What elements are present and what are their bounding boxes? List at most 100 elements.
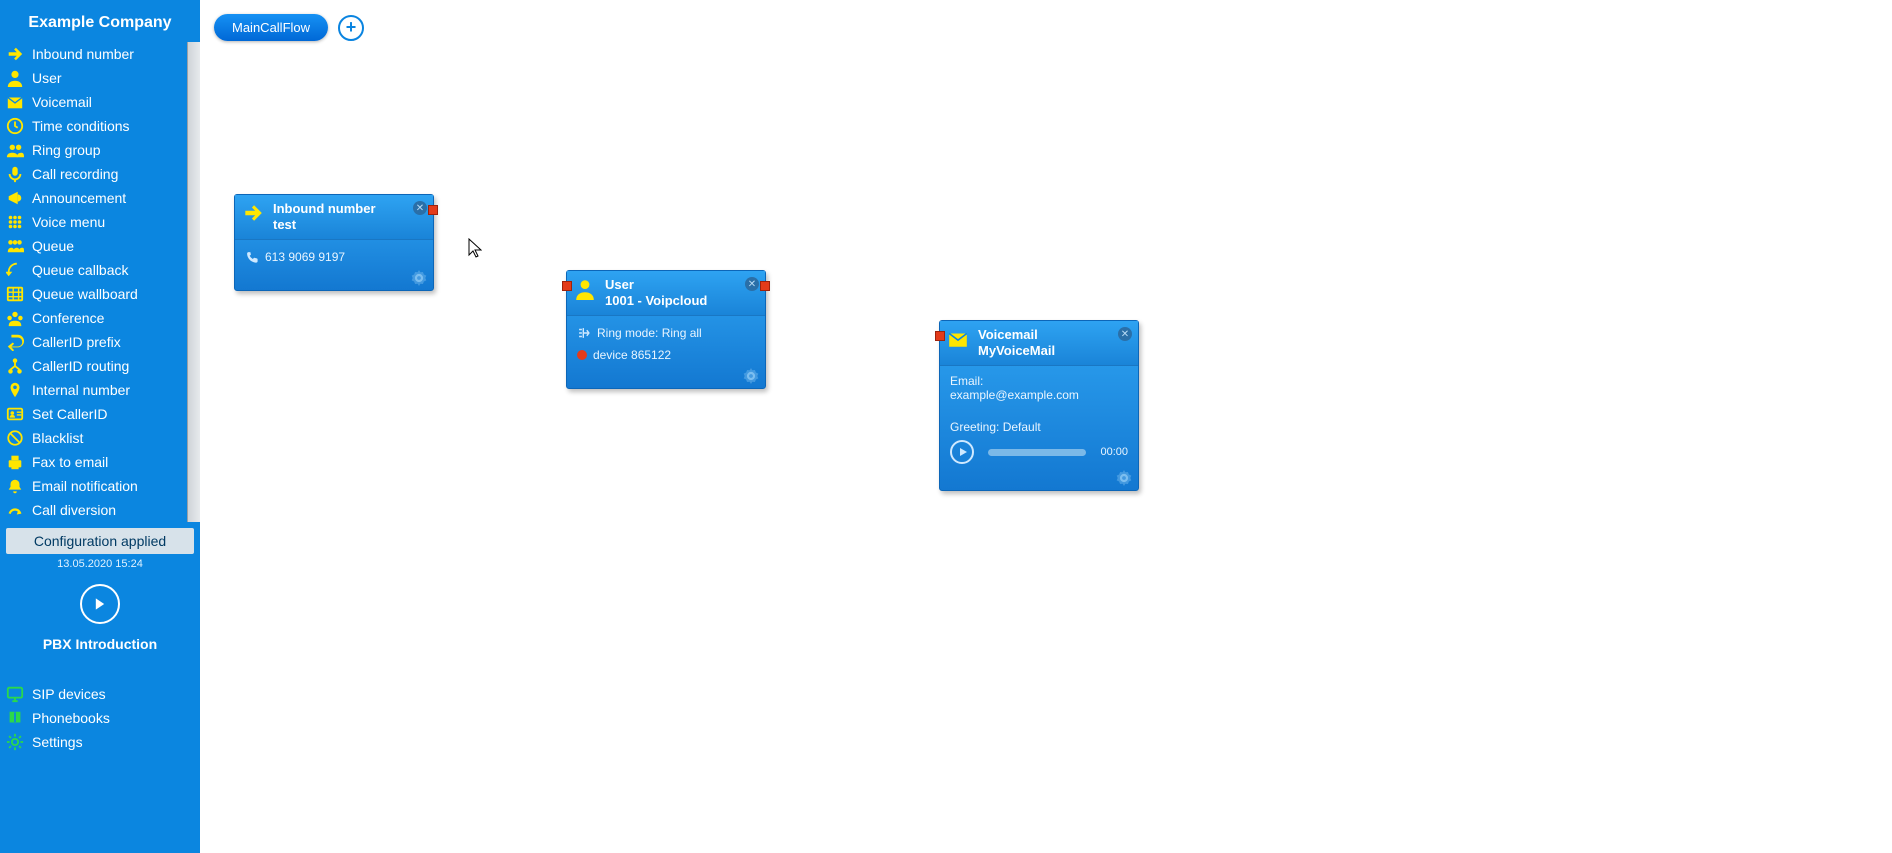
device-status-dot [577, 350, 587, 360]
sidebar-item-label: Email notification [32, 476, 138, 496]
mic-icon [6, 165, 24, 183]
pin-icon [6, 381, 24, 399]
sidebar-item-call-recording[interactable]: Call recording [0, 162, 200, 186]
person-icon [6, 69, 24, 87]
callback-icon [6, 261, 24, 279]
sidebar-item-announcement[interactable]: Announcement [0, 186, 200, 210]
sidebar-item-label: CallerID routing [32, 356, 129, 376]
pbx-intro-link[interactable]: PBX Introduction [0, 636, 200, 652]
sidebar-item-label: Call diversion [32, 500, 116, 520]
outgoing-icon [6, 333, 24, 351]
node-user[interactable]: User 1001 - Voipcloud ✕ Ring mode: Ring … [566, 270, 766, 389]
node-header[interactable]: Inbound number test ✕ [235, 195, 433, 240]
voicemail-email: example@example.com [950, 388, 1128, 402]
config-applied-banner: Configuration applied [6, 528, 194, 554]
apply-config-button[interactable] [80, 584, 120, 624]
arrow-right-icon [6, 45, 24, 63]
ban-icon [6, 429, 24, 447]
config-timestamp: 13.05.2020 15:24 [0, 558, 200, 570]
sidebar-nav: Inbound number User VoicemailTime conditio… [0, 42, 200, 522]
node-subtitle: 1001 - Voipcloud [605, 293, 707, 309]
node-close-button[interactable]: ✕ [413, 201, 427, 215]
sidebar-item-label: Inbound number [32, 44, 134, 64]
sidebar-item-label: Call recording [32, 164, 118, 184]
node-port-in[interactable] [562, 281, 572, 291]
flow-canvas[interactable]: Inbound number test ✕ 613 9069 9197 [200, 0, 1892, 853]
sidebar-item-label: User [32, 68, 62, 88]
user-ring-mode: Ring mode: Ring all [597, 326, 702, 340]
voicemail-greeting: Greeting: Default [950, 420, 1128, 434]
fax-icon [6, 453, 24, 471]
sidebar-scrollbar-thumb[interactable] [188, 42, 200, 392]
sidebar-item-settings[interactable]: Settings [0, 730, 200, 754]
sidebar-item-label: Announcement [32, 188, 126, 208]
node-subtitle: MyVoiceMail [978, 343, 1055, 359]
node-port-out[interactable] [760, 281, 770, 291]
sidebar-item-phonebooks[interactable]: Phonebooks [0, 706, 200, 730]
bell-icon [6, 477, 24, 495]
voicemail-play-button[interactable] [950, 440, 974, 464]
sidebar-item-label: Queue wallboard [32, 284, 138, 304]
node-port-out[interactable] [428, 205, 438, 215]
sidebar: Example Company Inbound number User Voicem… [0, 0, 200, 853]
sidebar-item-queue-callback[interactable]: Queue callback [0, 258, 200, 282]
clock-icon [6, 117, 24, 135]
voicemail-email-label: Email: [950, 374, 1128, 388]
sidebar-item-email-notification[interactable]: Email notification [0, 474, 200, 498]
sidebar-item-queue-wallboard[interactable]: Queue wallboard [0, 282, 200, 306]
person-icon [573, 277, 597, 301]
node-settings-button[interactable] [741, 366, 761, 386]
book-icon [6, 709, 24, 727]
sidebar-item-callerid-routing[interactable]: CallerID routing [0, 354, 200, 378]
sidebar-item-blacklist[interactable]: Blacklist [0, 426, 200, 450]
sidebar-item-inbound-number[interactable]: Inbound number [0, 42, 200, 66]
inbound-phone-number: 613 9069 9197 [265, 250, 345, 264]
mouse-cursor-icon [468, 238, 482, 258]
sidebar-item-fax-to-email[interactable]: Fax to email [0, 450, 200, 474]
voicemail-progress[interactable] [988, 449, 1086, 456]
sidebar-item-call-diversion[interactable]: Call diversion [0, 498, 200, 522]
node-close-button[interactable]: ✕ [745, 277, 759, 291]
sidebar-scroll: Inbound number User VoicemailTime conditio… [0, 42, 200, 522]
sidebar-item-sip-devices[interactable]: SIP devices [0, 682, 200, 706]
megaphone-icon [6, 189, 24, 207]
sidebar-item-user[interactable]: User [0, 66, 200, 90]
sidebar-item-voicemail[interactable]: Voicemail [0, 90, 200, 114]
mail-icon [6, 93, 24, 111]
sidebar-item-conference[interactable]: Conference [0, 306, 200, 330]
node-header[interactable]: Voicemail MyVoiceMail ✕ [940, 321, 1138, 366]
sidebar-bottom-nav: SIP devicesPhonebooks Settings [0, 682, 200, 754]
node-close-button[interactable]: ✕ [1118, 327, 1132, 341]
phone-icon [245, 250, 259, 264]
ringmode-icon [577, 326, 591, 340]
node-header[interactable]: User 1001 - Voipcloud ✕ [567, 271, 765, 316]
sidebar-item-ring-group[interactable]: Ring group [0, 138, 200, 162]
sidebar-item-label: Blacklist [32, 428, 83, 448]
cog-icon [6, 733, 24, 751]
route-icon [6, 357, 24, 375]
sidebar-item-time-conditions[interactable]: Time conditions [0, 114, 200, 138]
sidebar-item-label: Fax to email [32, 452, 108, 472]
keypad-icon [6, 213, 24, 231]
sidebar-item-label: CallerID prefix [32, 332, 121, 352]
node-voicemail[interactable]: Voicemail MyVoiceMail ✕ Email: example@e… [939, 320, 1139, 491]
flow-canvas-wrap: MainCallFlow + Inbound number [200, 0, 1892, 853]
sidebar-item-set-callerid[interactable]: Set CallerID [0, 402, 200, 426]
node-inbound-number[interactable]: Inbound number test ✕ 613 9069 9197 [234, 194, 434, 291]
node-title: Inbound number [273, 201, 376, 217]
sidebar-item-label: Voicemail [32, 92, 92, 112]
sidebar-item-voice-menu[interactable]: Voice menu [0, 210, 200, 234]
sidebar-item-callerid-prefix[interactable]: CallerID prefix [0, 330, 200, 354]
diversion-icon [6, 501, 24, 519]
node-subtitle: test [273, 217, 376, 233]
sidebar-item-label: Settings [32, 734, 83, 750]
node-settings-button[interactable] [1114, 468, 1134, 488]
sidebar-item-label: Conference [32, 308, 104, 328]
company-title: Example Company [0, 0, 200, 42]
people-icon [6, 141, 24, 159]
node-port-in[interactable] [935, 331, 945, 341]
sidebar-item-internal-number[interactable]: Internal number [0, 378, 200, 402]
node-settings-button[interactable] [409, 268, 429, 288]
node-title: User [605, 277, 707, 293]
sidebar-item-queue[interactable]: Queue [0, 234, 200, 258]
